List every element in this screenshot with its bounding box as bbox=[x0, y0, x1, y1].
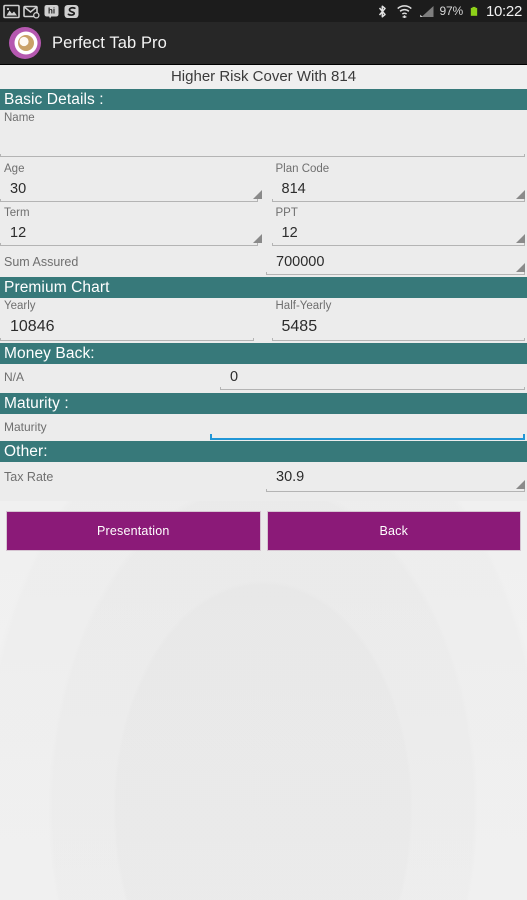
field-money-back-value[interactable]: 0 bbox=[220, 365, 525, 389]
field-money-back-label: N/A bbox=[4, 370, 25, 384]
field-term-label: Term bbox=[4, 207, 30, 219]
field-half-yearly-underline bbox=[271, 338, 525, 341]
field-money-back-label-cell: N/A bbox=[0, 364, 220, 390]
app-notification-icon bbox=[63, 4, 80, 19]
row-name: Name bbox=[0, 110, 527, 157]
field-sum-assured-underline bbox=[266, 272, 525, 275]
perfect-tab-pro-logo[interactable] bbox=[8, 26, 42, 60]
cellular-signal-icon bbox=[418, 4, 435, 19]
status-bar: hi 97% 10:22 bbox=[0, 0, 527, 22]
field-sum-assured-label-cell: Sum Assured bbox=[0, 249, 266, 275]
status-bar-left-icons: hi bbox=[3, 4, 80, 19]
field-plan-code-dropdown-caret-icon[interactable] bbox=[516, 190, 525, 199]
field-plan-code-value[interactable]: 814 bbox=[272, 177, 526, 201]
field-tax-rate-label: Tax Rate bbox=[4, 470, 54, 484]
page-title: Higher Risk Cover With 814 bbox=[0, 65, 527, 89]
section-header-maturity: Maturity : bbox=[0, 393, 527, 414]
clock-label: 10:22 bbox=[485, 2, 522, 20]
field-sum-assured[interactable]: 700000 bbox=[266, 250, 527, 275]
field-age-label: Age bbox=[4, 163, 25, 175]
wifi-icon bbox=[396, 4, 413, 19]
field-tax-rate-underline bbox=[266, 489, 525, 492]
field-term-dropdown-caret-icon[interactable] bbox=[252, 234, 262, 243]
svg-text:hi: hi bbox=[48, 6, 55, 15]
field-age-value[interactable]: 30 bbox=[0, 177, 258, 201]
bluetooth-icon bbox=[374, 4, 391, 19]
field-plan-code-underline bbox=[271, 199, 525, 202]
row-yearly-halfyearly: Yearly 10846 Half-Yearly 5485 bbox=[0, 298, 527, 341]
row-sum-assured: Sum Assured 700000 bbox=[0, 249, 527, 275]
field-ppt[interactable]: PPT 12 bbox=[264, 205, 527, 246]
email-sync-icon bbox=[23, 4, 40, 19]
field-name-value[interactable] bbox=[0, 126, 525, 156]
field-age-dropdown-caret-icon[interactable] bbox=[252, 190, 262, 199]
field-ppt-value[interactable]: 12 bbox=[272, 221, 526, 245]
back-button[interactable]: Back bbox=[266, 511, 521, 551]
field-half-yearly-value[interactable]: 5485 bbox=[272, 314, 526, 340]
presentation-button[interactable]: Presentation bbox=[6, 511, 261, 551]
field-maturity-label: Maturity bbox=[4, 420, 47, 434]
field-sum-assured-label: Sum Assured bbox=[4, 255, 79, 269]
hike-messenger-icon: hi bbox=[43, 4, 60, 19]
section-header-basic-details: Basic Details : bbox=[0, 89, 527, 110]
field-tax-rate[interactable]: 30.9 bbox=[266, 463, 527, 492]
field-name[interactable]: Name bbox=[0, 110, 527, 157]
photo-icon bbox=[3, 4, 20, 19]
row-money-back: N/A 0 bbox=[0, 364, 527, 390]
field-half-yearly[interactable]: Half-Yearly 5485 bbox=[264, 298, 527, 341]
field-yearly-underline bbox=[0, 338, 254, 341]
app-root: hi 97% 10:22 Perfect Tab Pro Higher Risk… bbox=[0, 0, 527, 900]
field-age-underline bbox=[0, 199, 258, 202]
field-ppt-label: PPT bbox=[275, 207, 298, 219]
field-maturity[interactable] bbox=[210, 414, 527, 440]
field-plan-code-label: Plan Code bbox=[275, 163, 330, 175]
field-yearly[interactable]: Yearly 10846 bbox=[0, 298, 264, 341]
button-bar: Presentation Back bbox=[0, 501, 527, 551]
field-yearly-label: Yearly bbox=[4, 300, 36, 312]
section-header-money-back: Money Back: bbox=[0, 343, 527, 364]
field-sum-assured-value[interactable]: 700000 bbox=[266, 250, 525, 274]
field-money-back-value-cell[interactable]: 0 bbox=[220, 365, 527, 390]
field-name-underline bbox=[0, 154, 525, 157]
battery-percent-label: 97% bbox=[439, 4, 464, 18]
row-age-plancode: Age 30 Plan Code 814 bbox=[0, 161, 527, 202]
field-ppt-dropdown-caret-icon[interactable] bbox=[516, 234, 525, 243]
field-tax-rate-label-cell: Tax Rate bbox=[0, 462, 266, 492]
app-title: Perfect Tab Pro bbox=[52, 33, 167, 52]
field-sum-assured-dropdown-caret-icon[interactable] bbox=[516, 263, 525, 272]
field-plan-code[interactable]: Plan Code 814 bbox=[264, 161, 527, 202]
field-money-back-underline bbox=[220, 387, 525, 390]
section-header-other: Other: bbox=[0, 441, 527, 462]
field-tax-rate-value[interactable]: 30.9 bbox=[266, 463, 525, 491]
field-age[interactable]: Age 30 bbox=[0, 161, 264, 202]
field-name-label: Name bbox=[4, 112, 35, 124]
section-header-premium-chart: Premium Chart bbox=[0, 277, 527, 298]
row-term-ppt: Term 12 PPT 12 bbox=[0, 205, 527, 246]
field-term[interactable]: Term 12 bbox=[0, 205, 264, 246]
form-container: Basic Details : Name Age 30 Plan Code 81… bbox=[0, 89, 527, 501]
field-yearly-value[interactable]: 10846 bbox=[0, 314, 254, 340]
status-bar-right-icons: 97% 10:22 bbox=[374, 3, 522, 20]
field-maturity-label-cell: Maturity bbox=[0, 414, 210, 440]
field-maturity-underline-focused bbox=[210, 434, 525, 440]
row-tax-rate: Tax Rate 30.9 bbox=[0, 462, 527, 492]
field-term-value[interactable]: 12 bbox=[0, 221, 258, 245]
field-ppt-underline bbox=[271, 243, 525, 246]
field-tax-rate-dropdown-caret-icon[interactable] bbox=[516, 480, 525, 489]
field-maturity-value[interactable] bbox=[210, 414, 525, 438]
battery-full-icon bbox=[468, 4, 480, 19]
field-term-underline bbox=[0, 243, 258, 246]
action-bar: Perfect Tab Pro bbox=[0, 22, 527, 65]
field-half-yearly-label: Half-Yearly bbox=[275, 300, 332, 312]
row-maturity: Maturity bbox=[0, 414, 527, 440]
